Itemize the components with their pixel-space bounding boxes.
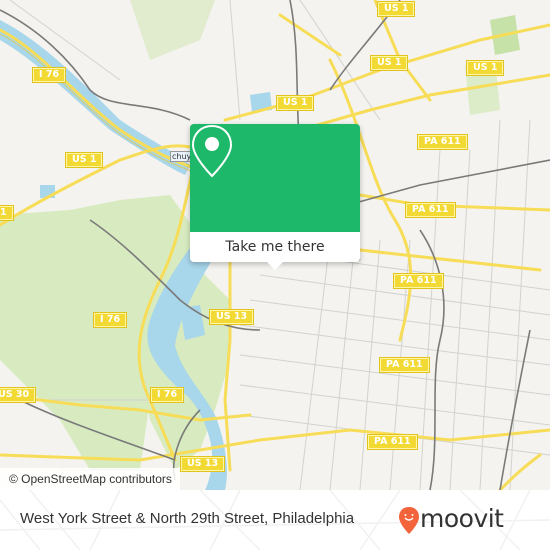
- highway-shield-pa611: PA 611: [367, 434, 418, 450]
- highway-shield-i76: I 76: [149, 387, 185, 403]
- highway-shield-us1: US 1: [376, 1, 416, 17]
- map-attribution[interactable]: © OpenStreetMap contributors: [0, 468, 180, 490]
- highway-shield-i76: I 76: [92, 312, 128, 328]
- address-text: West York Street & North 29th Street, Ph…: [20, 510, 355, 527]
- moovit-pin-icon: [399, 507, 419, 534]
- highway-shield-us13: US 13: [179, 456, 226, 472]
- highway-shield-us1: 1: [0, 205, 14, 221]
- moovit-logo[interactable]: moovit: [398, 504, 533, 536]
- moovit-wordmark: moovit: [420, 504, 504, 533]
- highway-shield-pa611: PA 611: [393, 273, 444, 289]
- popup-header: [190, 124, 360, 232]
- take-me-there-button[interactable]: Take me there: [190, 232, 360, 262]
- destination-popup: Take me there: [190, 124, 360, 270]
- highway-shield-pa611: PA 611: [417, 134, 468, 150]
- park-area: [130, 0, 215, 60]
- highway-shield-pa611: PA 611: [379, 357, 430, 373]
- location-pin-icon: [191, 124, 233, 178]
- highway-shield-i76: I 76: [31, 67, 67, 83]
- highway-shield-pa611: PA 611: [405, 202, 456, 218]
- highway-shield-us1: US 1: [64, 152, 104, 168]
- popup-pointer: [266, 261, 284, 270]
- footer-bar: West York Street & North 29th Street, Ph…: [0, 490, 550, 550]
- map-view[interactable]: I 76 US 1 US 1 US 1 US 1 US 1 PA 611 PA …: [0, 0, 550, 490]
- highway-shield-us1: US 1: [465, 60, 505, 76]
- highway-shield-us30: US 30: [0, 387, 37, 403]
- highway-shield-us13: US 13: [208, 309, 255, 325]
- highway-shield-us1: US 1: [275, 95, 315, 111]
- highway-shield-us1: US 1: [369, 55, 409, 71]
